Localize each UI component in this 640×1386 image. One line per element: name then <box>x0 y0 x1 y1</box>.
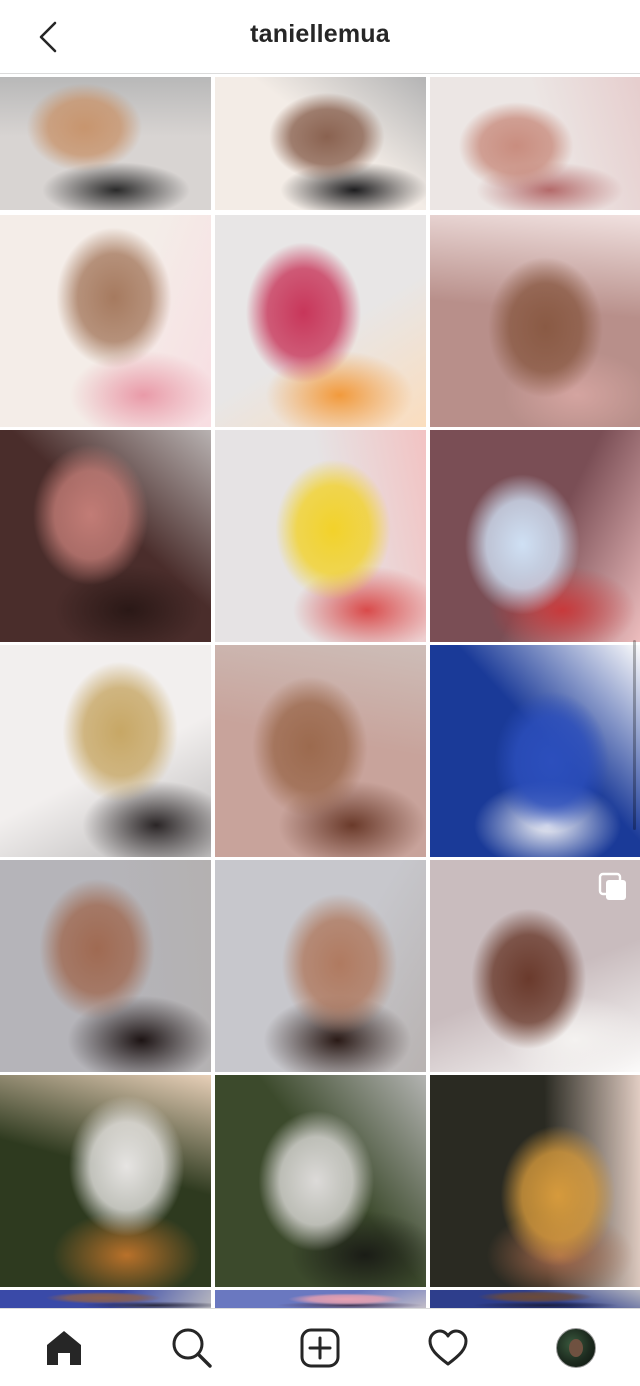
grid-post-braids-white-top[interactable] <box>215 860 426 1072</box>
post-thumbnail <box>430 430 640 642</box>
home-icon <box>47 1331 81 1365</box>
post-thumbnail <box>215 430 426 642</box>
grid-post-brows-before-after[interactable] <box>0 215 211 427</box>
nav-home-button[interactable] <box>41 1325 87 1371</box>
grid-post-colorful-gown-couch[interactable] <box>215 215 426 427</box>
post-thumbnail <box>215 645 426 857</box>
grid-post-pink-lace-bralette[interactable] <box>430 77 640 210</box>
plus-square-icon <box>300 1328 340 1368</box>
post-thumbnail <box>215 1075 426 1287</box>
nav-new-post-button[interactable] <box>297 1325 343 1371</box>
nav-activity-button[interactable] <box>425 1325 471 1371</box>
post-thumbnail <box>430 1075 640 1287</box>
grid-post-curly-off-shoulder[interactable] <box>430 860 640 1072</box>
grid-post-stickers-flatlay[interactable] <box>215 430 426 642</box>
post-thumbnail <box>0 645 211 857</box>
grid-post-brows-masked-man[interactable] <box>215 77 426 210</box>
bottom-navigation <box>0 1308 640 1386</box>
post-thumbnail <box>430 215 640 427</box>
post-thumbnail <box>0 215 211 427</box>
grid-post-smokey-eye-portrait[interactable] <box>215 645 426 857</box>
heart-icon <box>428 1329 468 1366</box>
grid-post-row-partial-3[interactable] <box>430 1290 640 1308</box>
grid-post-braids-graphic-liner[interactable] <box>0 860 211 1072</box>
post-thumbnail <box>215 1290 426 1308</box>
profile-avatar-icon <box>556 1328 596 1368</box>
post-thumbnail <box>430 645 640 857</box>
post-thumbnail <box>0 77 211 210</box>
grid-post-pregnant-belly-painting[interactable] <box>0 77 211 210</box>
post-thumbnail <box>430 1290 640 1308</box>
scrollbar[interactable] <box>633 640 636 830</box>
grid-post-white-gown-garden[interactable] <box>0 1075 211 1287</box>
post-thumbnail <box>215 215 426 427</box>
grid-post-mauve-blazer-portrait[interactable] <box>430 215 640 427</box>
grid-post-fairytale-couple-woods[interactable] <box>215 1075 426 1287</box>
post-thumbnail <box>430 77 640 210</box>
post-thumbnail <box>215 860 426 1072</box>
post-grid <box>0 77 640 1308</box>
top-bar: taniellemua <box>0 0 640 74</box>
nav-profile-button[interactable] <box>553 1325 599 1371</box>
post-thumbnail <box>0 860 211 1072</box>
grid-post-makeup-palette-flatlay[interactable] <box>0 645 211 857</box>
grid-post-blue-beanbag-pose[interactable] <box>430 645 640 857</box>
grid-post-row-partial-1[interactable] <box>0 1290 211 1308</box>
grid-post-ladder-floral-dress[interactable] <box>0 430 211 642</box>
post-thumbnail <box>0 430 211 642</box>
carousel-post-icon <box>598 872 626 900</box>
post-thumbnail <box>215 77 426 210</box>
post-thumbnail <box>0 1290 211 1308</box>
post-thumbnail <box>0 1075 211 1287</box>
search-icon <box>172 1328 212 1368</box>
profile-username: taniellemua <box>250 20 390 48</box>
grid-post-elf-couple-golden[interactable] <box>430 1075 640 1287</box>
grid-post-school-uniform-curls[interactable] <box>430 430 640 642</box>
grid-post-row-partial-2[interactable] <box>215 1290 426 1308</box>
nav-search-button[interactable] <box>169 1325 215 1371</box>
